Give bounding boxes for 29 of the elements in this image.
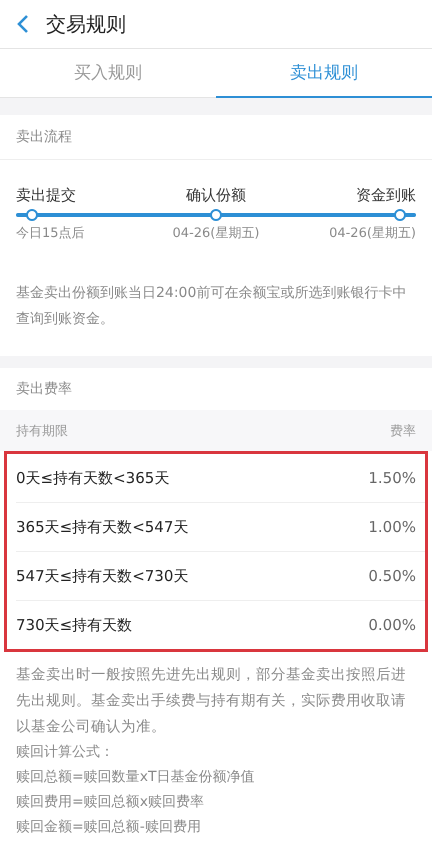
table-cell: 0.50% bbox=[368, 567, 416, 585]
step-dot bbox=[210, 209, 222, 221]
step-label: 资金到账 bbox=[356, 185, 416, 206]
info-text: 赎回计算公式： bbox=[16, 743, 115, 762]
section-title: 卖出流程 bbox=[16, 128, 72, 146]
table-cell: 365天≤持有天数<547天 bbox=[16, 518, 188, 536]
section-title: 卖出费率 bbox=[16, 380, 72, 398]
table-cell: 0.00% bbox=[368, 616, 416, 634]
info-text: 赎回金额=赎回总额-赎回费用 bbox=[16, 818, 202, 837]
step-dot bbox=[26, 209, 38, 221]
table-cell: 730天≤持有天数 bbox=[16, 616, 132, 634]
step-date: 04-26(星期五) bbox=[172, 225, 260, 243]
table-cell: 1.50% bbox=[368, 469, 416, 487]
info-text: 基金卖出份额到账当日24:00前可在余额宝或所选到账银行卡中查询到账资金。 bbox=[16, 284, 408, 329]
column-header: 持有期限 bbox=[16, 422, 68, 440]
step-date: 今日15点后 bbox=[16, 225, 85, 243]
page-title: 交易规则 bbox=[46, 10, 126, 38]
step-label: 确认份额 bbox=[186, 185, 246, 206]
table-cell: 1.00% bbox=[368, 518, 416, 536]
step-label: 卖出提交 bbox=[16, 185, 76, 206]
step-date: 04-26(星期五) bbox=[329, 225, 416, 243]
column-header: 费率 bbox=[390, 422, 416, 440]
step-dot bbox=[394, 209, 406, 221]
info-text: 基金卖出时一般按照先进先出规则，部分基金卖出按照后进先出规则。基金卖出手续费与持有期有关，实际费用收取请以基金公司确认为准。 bbox=[16, 665, 407, 737]
table-cell: 547天≤持有天数<730天 bbox=[16, 566, 188, 586]
info-text: 赎回总额=赎回数量xT日基金份额净值 bbox=[16, 768, 256, 787]
info-text: 赎回费用=赎回总额x赎回费率 bbox=[16, 793, 206, 812]
table-cell: 0天≤持有天数<365天 bbox=[16, 468, 170, 488]
tab[interactable]: 买入规则 bbox=[0, 49, 216, 98]
